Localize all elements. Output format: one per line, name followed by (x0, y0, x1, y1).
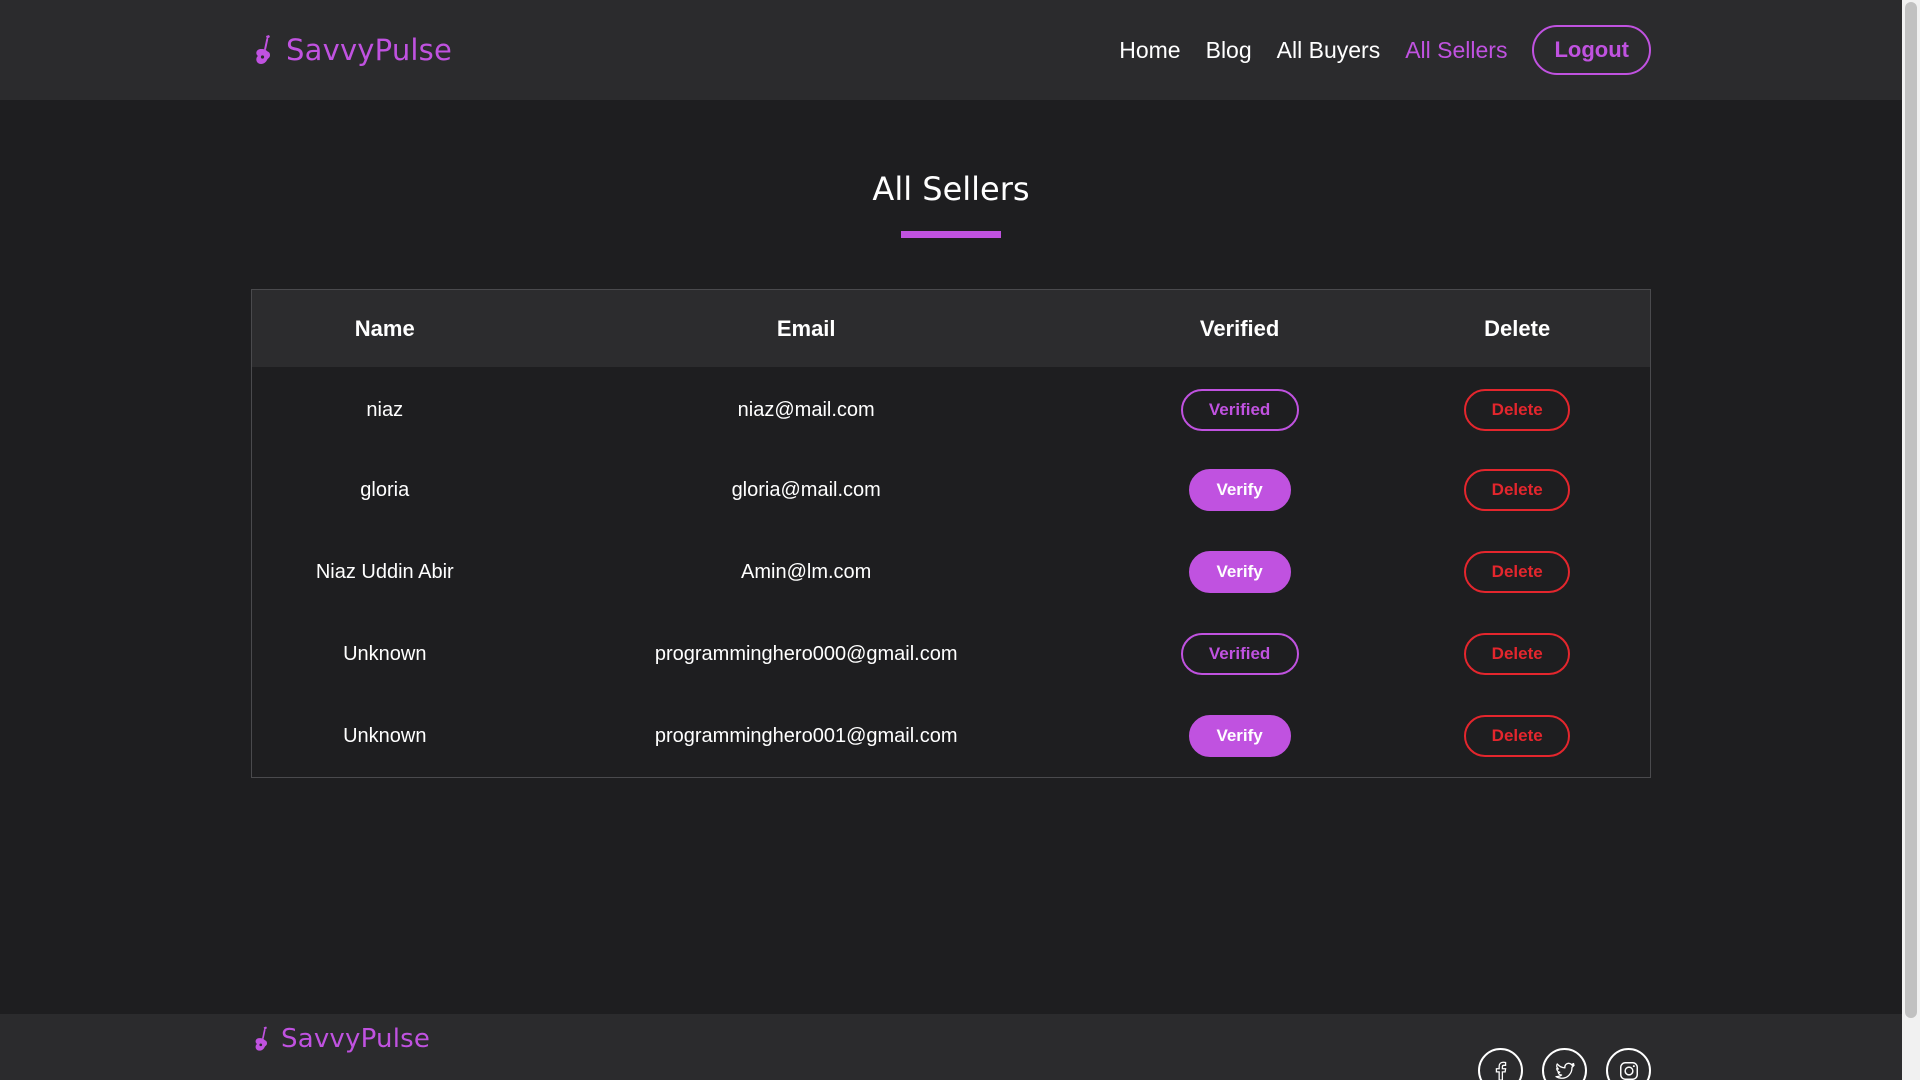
verified-button[interactable]: Verified (1180, 633, 1299, 675)
seller-name: niaz (366, 398, 404, 421)
instagram-icon (1619, 1061, 1638, 1080)
sellers-table: Name Email Verified Delete niaz niaz@mai… (251, 289, 1651, 778)
seller-email: gloria@mail.com (731, 478, 881, 501)
seller-name: Unknown (343, 642, 427, 665)
seller-email: programminghero000@gmail.com (654, 642, 958, 665)
seller-email: Amin@lm.com (741, 560, 872, 583)
guitar-logo-icon (255, 1026, 267, 1051)
scrollbar-thumb[interactable] (1905, 2, 1917, 1018)
verified-button[interactable]: Verified (1180, 389, 1299, 431)
page-scrollbar[interactable] (1902, 0, 1920, 1080)
column-header-email: Email (776, 315, 836, 341)
guitar-logo-icon (256, 35, 270, 64)
delete-button[interactable]: Delete (1464, 469, 1571, 511)
footer-brand-logo[interactable]: SavvyPulse (252, 1024, 430, 1054)
verify-button[interactable]: Verify (1188, 715, 1291, 757)
brand-logo[interactable]: SavvyPulse (252, 0, 452, 100)
table-row: Unknown programminghero001@gmail.com Ver… (252, 695, 1650, 777)
column-header-name: Name (354, 315, 415, 341)
delete-button[interactable]: Delete (1464, 715, 1571, 757)
table-row: gloria gloria@mail.com Verify Delete (252, 449, 1650, 531)
twitter-link[interactable] (1542, 1048, 1587, 1080)
navbar: SavvyPulse Home Blog All Buyers All Sell… (0, 0, 1902, 100)
nav-link-home[interactable]: Home (1119, 37, 1180, 64)
table-row: Unknown programminghero000@gmail.com Ver… (252, 613, 1650, 695)
footer-brand-name: SavvyPulse (281, 1024, 431, 1054)
seller-name: Unknown (343, 724, 427, 747)
twitter-icon (1554, 1062, 1575, 1079)
table-row: Niaz Uddin Abir Amin@lm.com Verify Delet… (252, 531, 1650, 613)
table-header-row: Name Email Verified Delete (252, 290, 1650, 367)
page-title: All Sellers (872, 170, 1030, 208)
instagram-link[interactable] (1606, 1048, 1651, 1080)
delete-button[interactable]: Delete (1464, 633, 1571, 675)
brand-name: SavvyPulse (286, 33, 453, 67)
title-underline (901, 231, 1001, 238)
verify-button[interactable]: Verify (1188, 469, 1291, 511)
nav-links: Home Blog All Buyers All Sellers Logout (1094, 0, 1651, 100)
seller-email: programminghero001@gmail.com (654, 724, 958, 747)
logout-button[interactable]: Logout (1532, 25, 1651, 75)
facebook-icon (1495, 1061, 1506, 1080)
table-row: niaz niaz@mail.com Verified Delete (252, 367, 1650, 449)
seller-name: gloria (360, 478, 410, 501)
footer: SavvyPulse (0, 1014, 1902, 1080)
seller-name: Niaz Uddin Abir (315, 560, 454, 583)
verify-button[interactable]: Verify (1188, 551, 1291, 593)
social-links (1478, 1048, 1651, 1080)
delete-button[interactable]: Delete (1464, 389, 1571, 431)
nav-link-all-sellers[interactable]: All Sellers (1405, 37, 1507, 64)
nav-link-all-buyers[interactable]: All Buyers (1277, 37, 1381, 64)
facebook-link[interactable] (1478, 1048, 1523, 1080)
page-title-wrap: All Sellers (0, 170, 1902, 208)
column-header-delete: Delete (1484, 315, 1551, 341)
nav-link-blog[interactable]: Blog (1206, 37, 1252, 64)
column-header-verified: Verified (1199, 315, 1280, 341)
seller-email: niaz@mail.com (737, 398, 875, 421)
delete-button[interactable]: Delete (1464, 551, 1571, 593)
